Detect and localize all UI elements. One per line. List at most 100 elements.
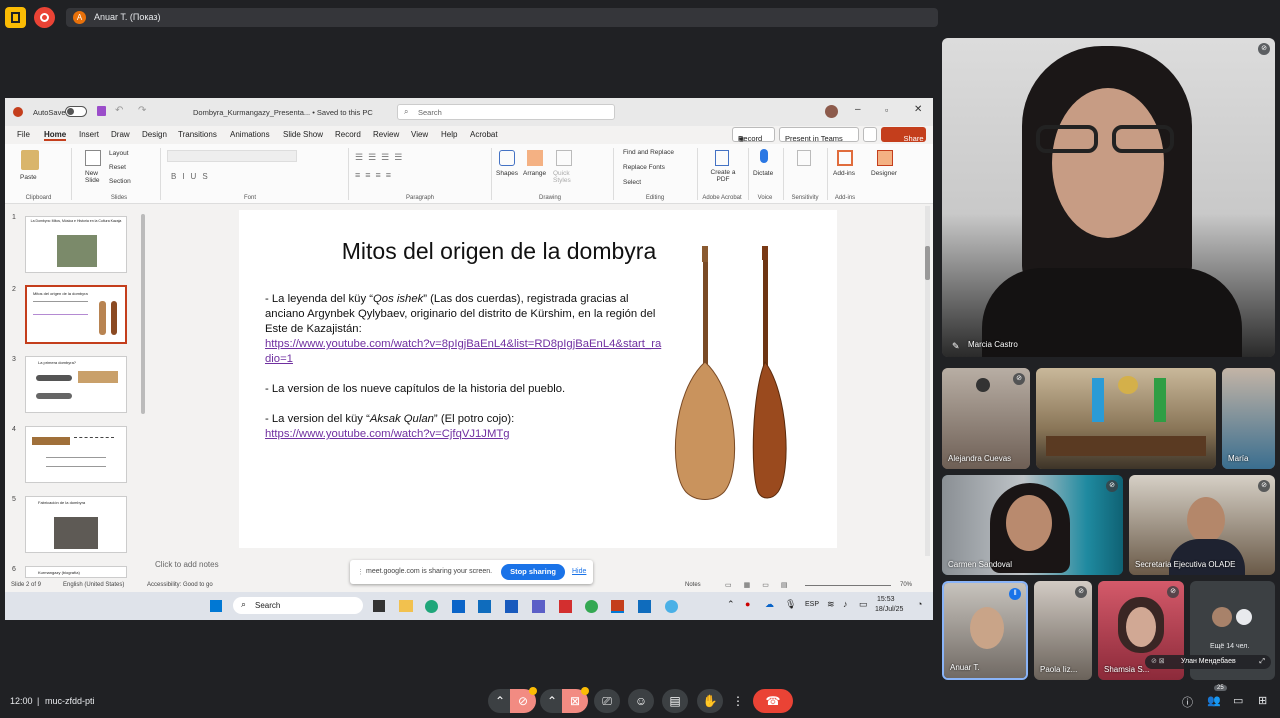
notification-icon[interactable]: ◔ [917, 599, 922, 609]
participant-tile-alejandra-cuevas[interactable]: ⊘ Alejandra Cuevas [942, 368, 1030, 469]
participant-tile-maria[interactable]: María [1222, 368, 1275, 469]
font-format-buttons[interactable]: BIUS [171, 172, 214, 181]
reset-button[interactable]: Reset [109, 164, 126, 171]
dombyra-image[interactable] [664, 242, 814, 504]
notes-toggle[interactable]: Notes [685, 582, 701, 588]
user-avatar[interactable] [825, 105, 838, 118]
thumbnail-slide-1[interactable]: La Dombyra: Mitos, Música e Historia en … [25, 216, 127, 273]
present-screen-button[interactable]: ⎚ [594, 689, 620, 713]
chrome-icon[interactable] [585, 600, 598, 613]
minimize-icon[interactable]: – [855, 104, 861, 115]
stop-sharing-button[interactable]: Stop sharing [501, 564, 565, 580]
zoom-level[interactable]: 70% [900, 582, 912, 588]
hide-button[interactable]: Hide [572, 568, 586, 575]
acrobat-icon[interactable] [559, 600, 572, 613]
designer-icon[interactable] [877, 150, 893, 166]
app-icon[interactable] [638, 600, 651, 613]
share-button[interactable]: Share [881, 127, 926, 143]
list-buttons[interactable]: ☰☰☰☰ [355, 152, 407, 163]
accessibility-status[interactable]: Accessibility: Good to go [147, 582, 213, 588]
info-icon[interactable]: ⓘ [1182, 694, 1193, 710]
grip-icon[interactable]: ⋮ [357, 568, 364, 576]
participant-tile-carmen-sandoval[interactable]: ⊘ Carmen Sandoval [942, 475, 1123, 575]
app-icon[interactable] [665, 600, 678, 613]
language-status[interactable]: English (United States) [63, 582, 124, 588]
microphone-icon[interactable] [760, 149, 768, 163]
undo-icon[interactable]: ↶ [115, 105, 123, 116]
sensitivity-icon[interactable] [797, 150, 811, 166]
people-icon[interactable]: 👥 [1207, 694, 1221, 707]
thumbnail-slide-3[interactable]: La primera dombyra? [25, 356, 127, 413]
present-in-teams-button[interactable]: Present in Teams [779, 127, 859, 143]
quick-styles-icon[interactable] [556, 150, 572, 166]
chat-icon[interactable]: ▭ [1233, 694, 1243, 707]
tab-animations[interactable]: Animations [230, 130, 270, 139]
tab-record[interactable]: Record [335, 130, 361, 139]
tab-draw[interactable]: Draw [111, 130, 130, 139]
section-button[interactable]: Section [109, 178, 131, 185]
file-explorer-icon[interactable] [399, 600, 413, 612]
participant-tile-conference-room[interactable] [1036, 368, 1216, 469]
search-box[interactable]: ⌕ Search [397, 104, 615, 120]
clock-time[interactable]: 15:53 [877, 596, 895, 603]
bullet-qos-ishek[interactable]: - La leyenda del küy “Qos ishek” (Las do… [265, 292, 665, 367]
leave-call-button[interactable]: ☎ [753, 689, 793, 713]
teams-icon[interactable] [532, 600, 545, 613]
tab-transitions[interactable]: Transitions [178, 130, 217, 139]
taskbar-search[interactable]: ⌕ Search [233, 597, 363, 614]
save-icon[interactable] [97, 106, 106, 116]
tab-design[interactable]: Design [142, 130, 167, 139]
slide-canvas[interactable]: Mitos del origen de la dombyra - La leye… [239, 210, 837, 548]
clock-date[interactable]: 18/Jul/25 [875, 606, 903, 613]
comments-icon[interactable] [863, 127, 877, 142]
participant-tile-anuar[interactable]: ⦀ Anuar T. [942, 581, 1028, 680]
tab-slide-show[interactable]: Slide Show [283, 130, 323, 139]
create-pdf-icon[interactable] [715, 150, 729, 166]
arrange-icon[interactable] [527, 150, 543, 166]
tab-view[interactable]: View [411, 130, 428, 139]
battery-icon[interactable]: ▭ [859, 599, 868, 610]
zoom-slider[interactable] [805, 585, 891, 586]
close-icon[interactable]: ✕ [914, 104, 922, 115]
outlook-new-icon[interactable] [478, 600, 491, 613]
add-ins-icon[interactable] [837, 150, 853, 166]
tab-home[interactable]: Home [44, 130, 67, 141]
thumbnail-slide-5[interactable]: Fabricación de la dombyra [25, 496, 127, 553]
select-button[interactable]: Select [623, 179, 641, 186]
align-buttons[interactable]: ≡≡≡≡ [355, 170, 396, 180]
tab-file[interactable]: File [17, 130, 30, 139]
new-slide-icon[interactable] [85, 150, 101, 166]
thumbnail-slide-6[interactable]: Kurmangazy (biografía) [25, 566, 127, 578]
participant-tile-marcia-castro[interactable]: ⊘ ✎ Marcia Castro [942, 38, 1275, 357]
bullet-aksak-qulan[interactable]: - La version del küy “Aksak Qulan” (El p… [265, 412, 665, 442]
view-buttons[interactable]: ▭▦▭▤ [725, 581, 799, 589]
language-indicator[interactable]: ESP [805, 601, 819, 608]
bullet-nine-chapters[interactable]: - La version de los nueve capítulos de l… [265, 382, 665, 397]
thumbnail-slide-2[interactable]: Mitos del origen de la dombyra [25, 285, 127, 344]
record-button[interactable]: ◉ Record [732, 127, 775, 143]
captions-button[interactable]: ▤ [662, 689, 688, 713]
more-options-button[interactable]: ⋮ [730, 689, 746, 713]
participant-tile-paola[interactable]: ⊘ Paola Iiz... [1034, 581, 1092, 680]
autosave-toggle[interactable] [65, 106, 87, 117]
shapes-icon[interactable] [499, 150, 515, 166]
word-icon[interactable] [505, 600, 518, 613]
file-title[interactable]: Dombyra_Kurmangazy_Presenta... • Saved t… [193, 108, 373, 117]
task-view-icon[interactable] [373, 600, 385, 612]
raise-hand-button[interactable]: ✋ [697, 689, 723, 713]
volume-icon[interactable]: ♪ [843, 599, 848, 609]
audio-options-button[interactable]: ⌃ [488, 689, 512, 713]
youtube-link-2[interactable]: https://www.youtube.com/watch?v=CjfqVJ1J… [265, 428, 510, 440]
activities-icon[interactable]: ⊞ [1258, 694, 1267, 707]
meeting-code[interactable]: muc-zfdd-pti [45, 696, 95, 706]
tray-chevron-icon[interactable]: ⌃ [727, 599, 735, 610]
recording-icon[interactable] [34, 7, 55, 28]
layout-button[interactable]: Layout [109, 150, 129, 157]
notes-placeholder[interactable]: Click to add notes [155, 560, 219, 569]
outlook-icon[interactable] [452, 600, 465, 613]
mic-tray-icon[interactable]: 🎙 [785, 599, 796, 610]
font-name-select[interactable] [167, 150, 297, 162]
slide-title[interactable]: Mitos del origen de la dombyra [289, 238, 709, 265]
edge-icon[interactable] [425, 600, 438, 613]
replace-fonts-button[interactable]: Replace Fonts [623, 164, 665, 171]
